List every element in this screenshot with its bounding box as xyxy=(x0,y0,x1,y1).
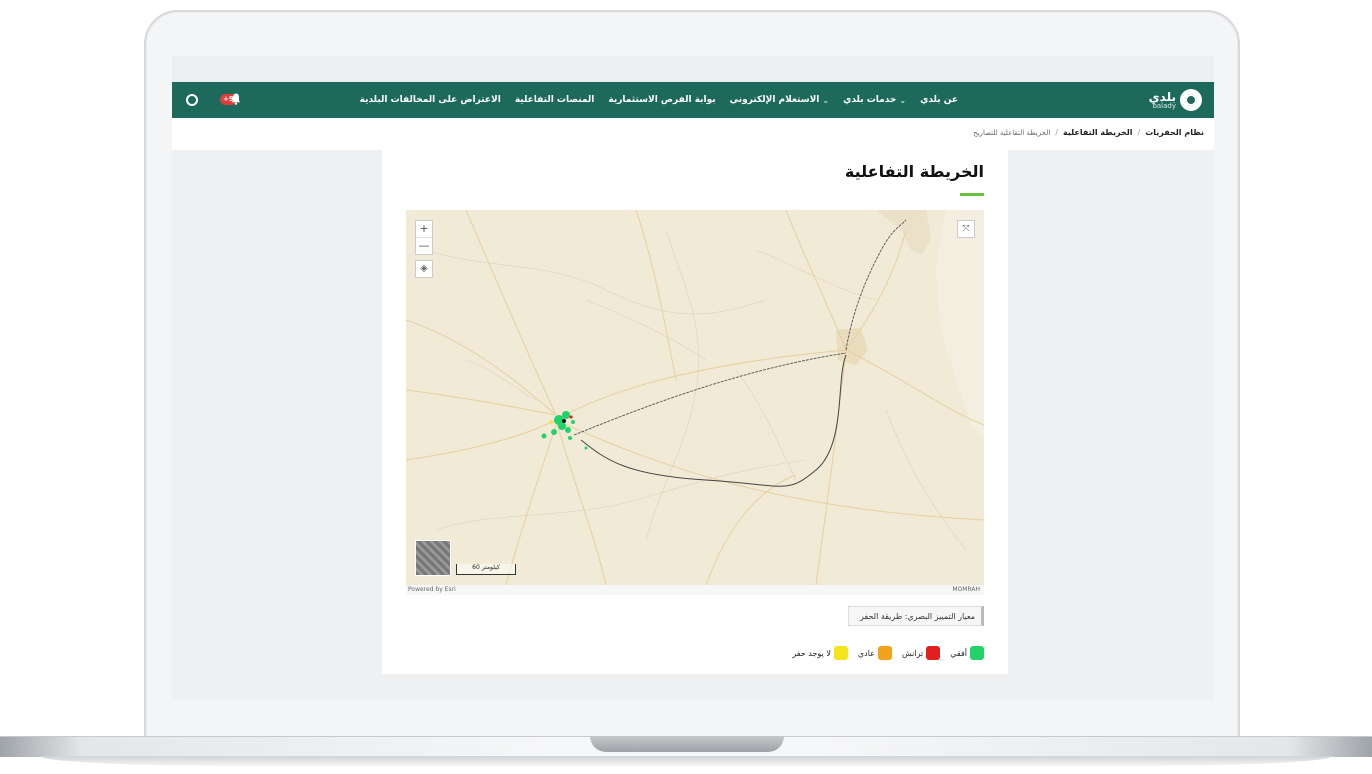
basemap-toggle[interactable] xyxy=(415,540,451,576)
laptop-foot xyxy=(40,756,1332,766)
legend-swatch xyxy=(877,646,892,660)
nav-item-label: بوابة الفرص الاستثمارية xyxy=(608,95,716,105)
criteria-label: معيار التمييز البصري: طريقة الحفر xyxy=(848,606,984,626)
logo-english: balady xyxy=(1152,101,1176,110)
breadcrumb-separator: / xyxy=(1137,128,1141,137)
breadcrumb-section[interactable]: الخريطة التفاعلية xyxy=(1063,128,1133,137)
globe-icon[interactable] xyxy=(186,94,198,106)
fullscreen-icon[interactable]: ⤧ xyxy=(957,220,975,238)
breadcrumb-current: الخريطة التفاعلية للتصاريح xyxy=(973,128,1051,137)
layers-icon[interactable]: ◈ xyxy=(415,260,433,278)
zoom-control: + — xyxy=(415,220,433,255)
logo-arabic: بلدي xyxy=(1148,89,1176,104)
zoom-out-button[interactable]: — xyxy=(416,237,432,254)
attribution-esri[interactable]: Powered by Esri xyxy=(408,586,456,593)
nav-item-platforms[interactable]: المنصات التفاعلية xyxy=(515,95,595,105)
map-legend: أفقي ترانش عادي لا يوجد حفر xyxy=(792,646,984,660)
browser-viewport: بلدي balady عن بلدي خدمات بلدي ⌄ الاستعل… xyxy=(172,56,1214,700)
nav-item-label: الاستعلام الإلكتروني xyxy=(729,95,820,105)
legend-label: عادي xyxy=(857,648,875,658)
legend-swatch xyxy=(926,646,941,660)
legend-label: لا يوجد حفر xyxy=(792,648,831,658)
legend-label: أفقي xyxy=(950,648,967,658)
nav-menu: عن بلدي خدمات بلدي ⌄ الاستعلام الإلكترون… xyxy=(360,82,958,118)
legend-item-none: لا يوجد حفر xyxy=(792,646,848,660)
nav-item-label: الاعتراض على المخالفات البلدية xyxy=(359,95,501,105)
title-underline xyxy=(960,193,984,196)
notification-button[interactable]: +9 xyxy=(220,93,242,107)
legend-label: ترانش xyxy=(901,648,924,658)
nav-item-label: عن بلدي xyxy=(920,95,958,105)
bell-icon xyxy=(231,93,241,105)
logo-text: بلدي balady xyxy=(1149,91,1176,110)
attribution-momrah: MOMRAH xyxy=(952,586,980,593)
laptop-notch xyxy=(590,736,784,752)
page-title: الخريطة التفاعلية xyxy=(844,162,984,181)
nav-item-label: المنصات التفاعلية xyxy=(514,95,595,105)
zoom-in-button[interactable]: + xyxy=(416,221,432,237)
legend-swatch xyxy=(833,646,848,660)
legend-swatch xyxy=(970,646,984,660)
nav-item-inquiry[interactable]: الاستعلام الإلكتروني ⌄ xyxy=(730,95,829,105)
map-scale-bar: 60 كيلومتر xyxy=(456,564,516,575)
interactive-map[interactable]: + — ◈ ⤧ 60 كيلومتر xyxy=(406,210,984,585)
nav-item-about[interactable]: عن بلدي xyxy=(920,95,958,105)
breadcrumb: نظام الحفريات / الخريطة التفاعلية / الخر… xyxy=(973,128,1204,137)
nav-icons: +9 xyxy=(186,82,242,118)
nav-item-label: خدمات بلدي xyxy=(843,95,897,105)
laptop-base xyxy=(0,736,1372,774)
legend-item-trench: ترانش xyxy=(901,646,941,660)
chevron-down-icon: ⌄ xyxy=(899,95,907,105)
legend-item-normal: عادي xyxy=(858,646,892,660)
logo-palm-icon xyxy=(1180,89,1202,111)
balady-logo[interactable]: بلدي balady xyxy=(1149,89,1202,111)
legend-item-horizontal: أفقي xyxy=(950,646,984,660)
breadcrumb-separator: / xyxy=(1055,128,1058,137)
content-panel: الخريطة التفاعلية + — ◈ ⤧ 60 كيلومتر Pow… xyxy=(382,150,1008,674)
nav-item-objection[interactable]: الاعتراض على المخالفات البلدية xyxy=(360,95,501,105)
map-attribution: Powered by Esri MOMRAH xyxy=(406,585,984,595)
breadcrumb-bar: نظام الحفريات / الخريطة التفاعلية / الخر… xyxy=(172,118,1214,150)
nav-item-investment[interactable]: بوابة الفرص الاستثمارية xyxy=(608,95,715,105)
nav-item-services[interactable]: خدمات بلدي ⌄ xyxy=(843,95,906,105)
main-navbar: بلدي balady عن بلدي خدمات بلدي ⌄ الاستعل… xyxy=(172,82,1214,118)
chevron-down-icon: ⌄ xyxy=(822,95,830,105)
top-strip xyxy=(172,56,1214,82)
breadcrumb-root[interactable]: نظام الحفريات xyxy=(1145,128,1204,137)
map-basemap xyxy=(406,210,984,585)
